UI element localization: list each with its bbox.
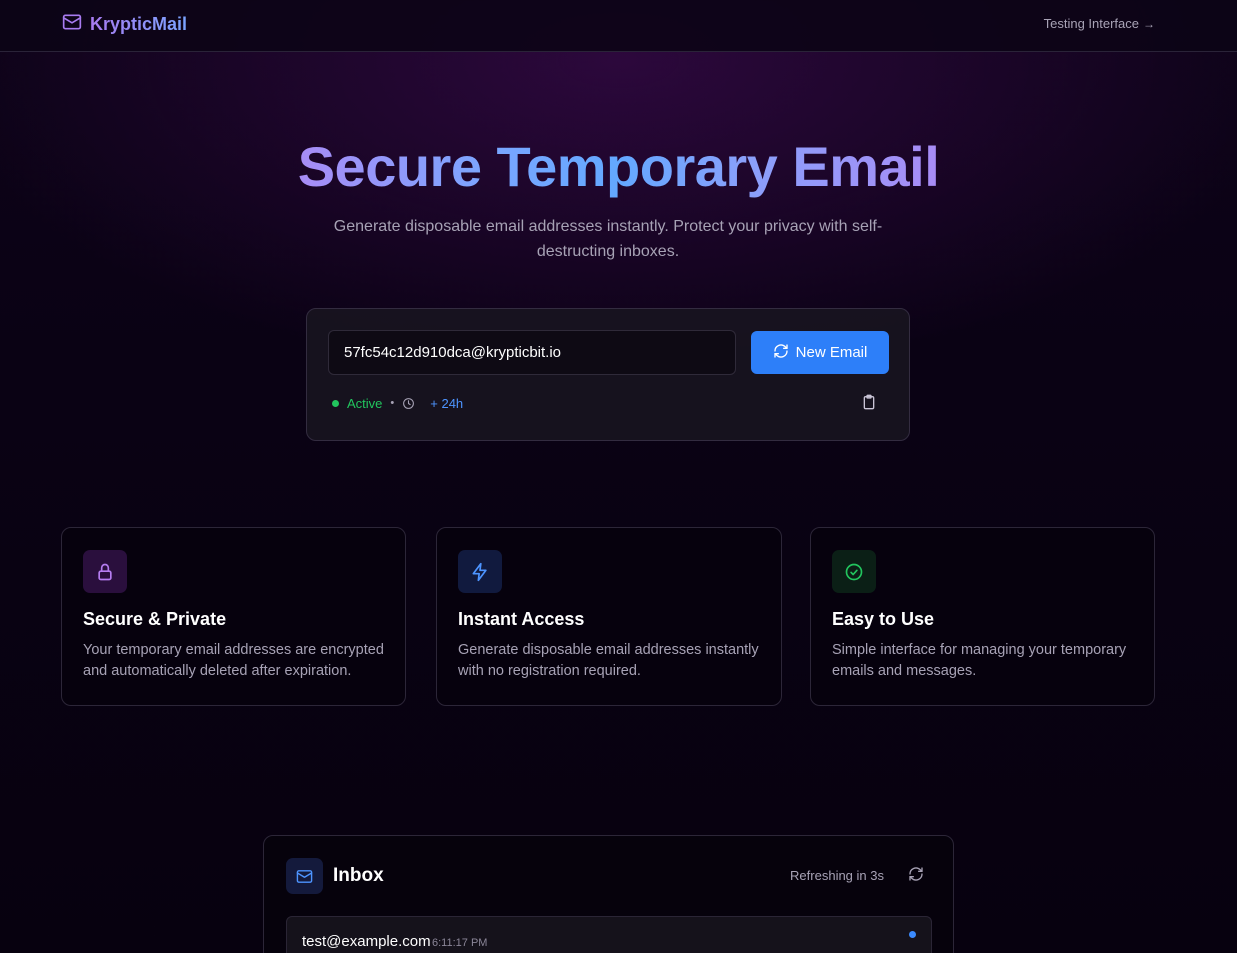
logo-text: KrypticMail [90, 13, 188, 34]
testing-interface-link[interactable]: Testing Interface → [1043, 15, 1155, 32]
clock-icon [402, 397, 415, 410]
new-email-button[interactable]: New Email [751, 331, 889, 374]
email-generator-card: New Email Active • + 24h [306, 308, 910, 441]
refresh-icon [773, 343, 789, 363]
lightning-icon [458, 550, 502, 593]
hero-subtitle: Generate disposable email addresses inst… [333, 218, 883, 260]
status-dot [332, 399, 339, 407]
hero-title: Secure Temporary Email [297, 135, 940, 198]
feature-card-secure: Secure & Private Your temporary email ad… [61, 527, 406, 706]
message-sender: test@example.com [302, 933, 431, 950]
copy-button[interactable] [859, 394, 879, 414]
feature-description: Generate disposable email addresses inst… [458, 642, 759, 679]
refresh-icon [908, 866, 924, 887]
feature-card-easy: Easy to Use Simple interface for managin… [810, 527, 1155, 706]
logo[interactable]: KrypticMail [62, 12, 187, 36]
status-badge: Active [347, 395, 383, 411]
new-email-label: New Email [795, 344, 868, 361]
extend-24h-button[interactable]: + 24h [430, 396, 463, 411]
unread-indicator [909, 931, 916, 938]
feature-description: Simple interface for managing your tempo… [832, 642, 1127, 679]
mail-icon [62, 12, 82, 37]
refresh-countdown: Refreshing in 3s [790, 868, 884, 883]
arrow-right-icon: → [1143, 17, 1155, 31]
feature-title: Easy to Use [832, 609, 935, 629]
email-status-row: Active • + 24h [332, 395, 463, 411]
inbox-panel: Inbox Refreshing in 3s test@example.com … [263, 835, 954, 953]
inbox-refresh-button[interactable] [905, 865, 927, 887]
testing-interface-label: Testing Interface [1043, 15, 1139, 31]
check-circle-icon [832, 550, 876, 593]
message-time: 6:11:17 PM [432, 937, 488, 949]
lock-icon [83, 550, 127, 593]
email-address-field[interactable] [328, 330, 736, 375]
inbox-message-item[interactable]: test@example.com 6:11:17 PM [286, 916, 932, 953]
inbox-title: Inbox [333, 865, 384, 886]
feature-title: Secure & Private [83, 609, 227, 629]
feature-title: Instant Access [458, 609, 585, 629]
feature-card-instant: Instant Access Generate disposable email… [436, 527, 782, 706]
feature-description: Your temporary email addresses are encry… [83, 642, 384, 679]
status-separator: • [390, 397, 395, 409]
clipboard-icon [861, 394, 877, 415]
inbox-mail-icon [286, 858, 323, 894]
top-navbar: KrypticMail Testing Interface → [0, 0, 1237, 52]
